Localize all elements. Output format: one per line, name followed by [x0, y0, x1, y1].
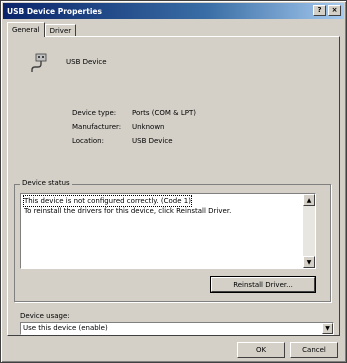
info-value: Unknown [132, 123, 165, 131]
device-status-label: Device status [20, 179, 72, 187]
info-value: USB Device [132, 137, 173, 145]
info-label: Device type: [72, 109, 117, 117]
chevron-down-icon[interactable]: ▼ [322, 323, 333, 334]
device-name: USB Device [66, 58, 107, 66]
status-line-2: To reinstall the drivers for this device… [24, 207, 232, 215]
scroll-down-icon[interactable]: ▼ [303, 256, 315, 268]
cancel-button[interactable]: Cancel [290, 342, 338, 358]
tab-strip: General Driver [7, 22, 77, 37]
device-usage-value: Use this device (enable) [23, 324, 108, 332]
status-scrollbar[interactable]: ▲ ▼ [303, 194, 315, 268]
general-panel: USB Device Device type: Ports (COM & LPT… [7, 36, 340, 336]
help-button[interactable]: ? [313, 5, 326, 16]
close-button[interactable]: × [328, 5, 341, 16]
device-usage-label: Device usage: [20, 312, 70, 320]
usb-device-icon [31, 53, 47, 72]
reinstall-driver-button[interactable]: Reinstall Driver... [210, 276, 316, 293]
device-status-textbox[interactable]: This device is not configured correctly.… [20, 193, 316, 269]
tab-general[interactable]: General [7, 22, 45, 37]
info-label: Location: [72, 137, 104, 145]
info-value: Ports (COM & LPT) [132, 109, 196, 117]
title-bar[interactable]: USB Device Properties ? × [3, 3, 344, 19]
ok-button[interactable]: OK [237, 342, 285, 358]
info-label: Manufacturer: [72, 123, 122, 131]
device-usage-select[interactable]: Use this device (enable) ▼ [20, 322, 334, 335]
scroll-up-icon[interactable]: ▲ [303, 194, 315, 206]
status-line-1: This device is not configured correctly.… [23, 195, 192, 207]
properties-dialog: USB Device Properties ? × General Driver… [0, 0, 347, 363]
window-title: USB Device Properties [7, 6, 102, 16]
